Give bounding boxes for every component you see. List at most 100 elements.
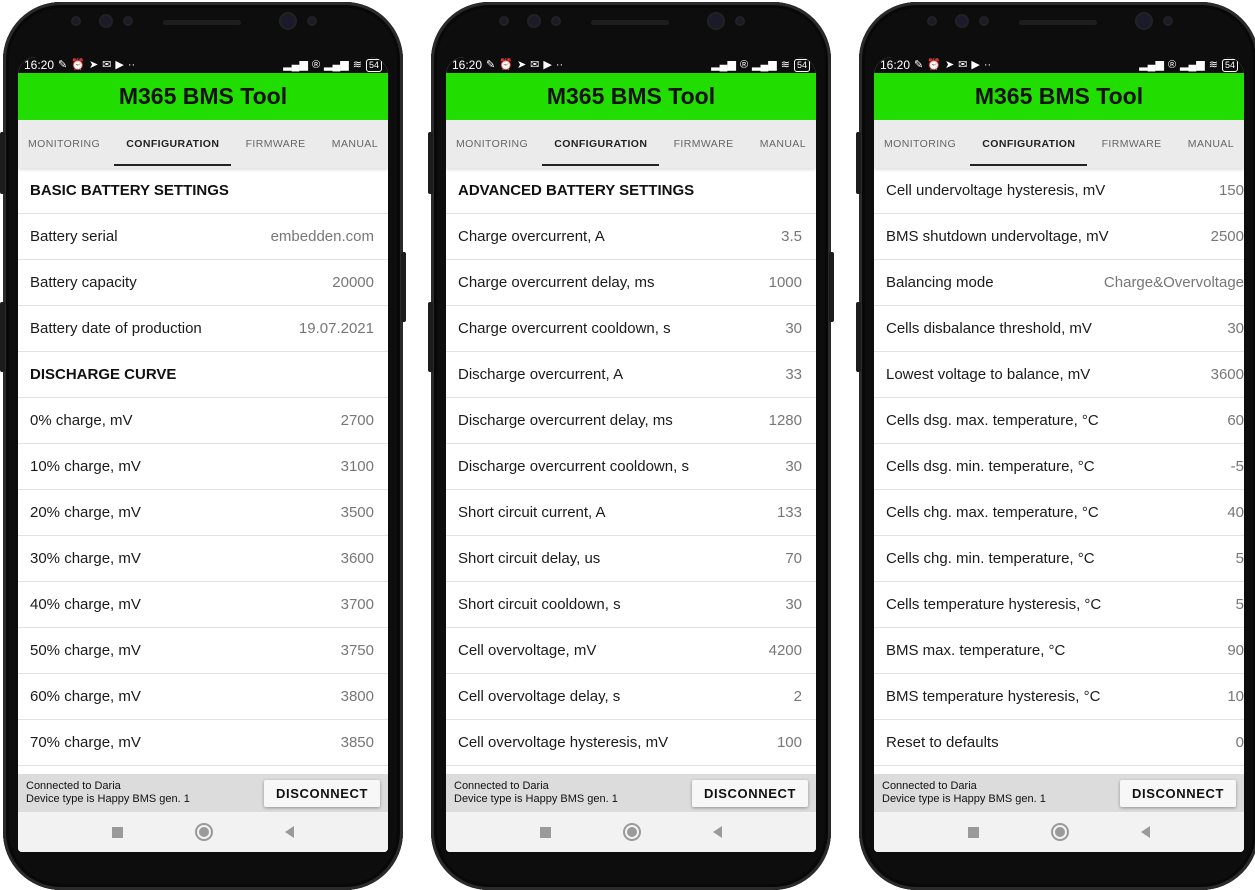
tab-bar: MONITORING CONFIGURATION FIRMWARE MANUAL — [18, 120, 388, 168]
setting-row[interactable]: Cell undervoltage hysteresis, mV 150 — [874, 168, 1244, 214]
setting-row[interactable]: 30% charge, mV 3600 — [18, 536, 388, 582]
setting-row[interactable]: Battery capacity 20000 — [18, 260, 388, 306]
tab-monitoring[interactable]: MONITORING — [456, 120, 528, 168]
setting-value: 2500 — [1210, 228, 1244, 245]
setting-label: Short circuit current, A — [458, 504, 606, 521]
setting-row[interactable]: Cells chg. min. temperature, °C 5 — [874, 536, 1244, 582]
setting-row[interactable]: 10% charge, mV 3100 — [18, 444, 388, 490]
setting-row[interactable]: BMS shutdown undervoltage, mV 2500 — [874, 214, 1244, 260]
setting-row[interactable]: Discharge overcurrent, A 33 — [446, 352, 816, 398]
setting-value: 30 — [785, 458, 802, 475]
setting-row[interactable]: 60% charge, mV 3800 — [18, 674, 388, 720]
setting-row[interactable]: 20% charge, mV 3500 — [18, 490, 388, 536]
settings-list[interactable]: ADVANCED BATTERY SETTINGS Charge overcurr… — [446, 168, 816, 774]
setting-row[interactable]: BMS temperature hysteresis, °C 10 — [874, 674, 1244, 720]
setting-row[interactable]: Discharge overcurrent delay, ms 1280 — [446, 398, 816, 444]
app-title: M365 BMS Tool — [874, 73, 1244, 120]
tab-manual[interactable]: MANUAL — [332, 120, 378, 168]
setting-row[interactable]: Short circuit cooldown, s 30 — [446, 582, 816, 628]
setting-row[interactable]: Cells temperature hysteresis, °C 5 — [874, 582, 1244, 628]
setting-value: Charge&Overvoltage — [1103, 274, 1244, 291]
setting-row[interactable]: Reset to defaults 0 — [874, 720, 1244, 766]
setting-row[interactable]: 0% charge, mV 2700 — [18, 398, 388, 444]
setting-row[interactable]: Charge overcurrent cooldown, s 30 — [446, 306, 816, 352]
connection-bar: Connected to Daria Device type is Happy … — [18, 774, 388, 812]
alarm-icon: ⏰ — [71, 58, 85, 71]
setting-row[interactable]: Balancing mode Charge&Overvoltage — [874, 260, 1244, 306]
setting-label: Battery serial — [30, 228, 118, 245]
setting-value: 3750 — [340, 642, 374, 659]
setting-row[interactable]: Cells dsg. max. temperature, °C 60 — [874, 398, 1244, 444]
volume-button — [0, 132, 5, 194]
setting-label: BMS temperature hysteresis, °C — [886, 688, 1101, 705]
setting-row[interactable]: Short circuit current, A 133 — [446, 490, 816, 536]
disconnect-button[interactable]: DISCONNECT — [1120, 779, 1236, 807]
front-sensors — [859, 2, 1255, 60]
youtube-icon: ▶ — [971, 58, 980, 71]
setting-row[interactable]: Lowest voltage to balance, mV 3600 — [874, 352, 1244, 398]
setting-value: 5 — [1235, 596, 1244, 613]
more-notifications-icon: ·· — [555, 58, 564, 71]
setting-row[interactable]: Cell overvoltage, mV 4200 — [446, 628, 816, 674]
setting-row[interactable]: Short circuit delay, us 70 — [446, 536, 816, 582]
disconnect-button[interactable]: DISCONNECT — [264, 779, 380, 807]
setting-row[interactable]: Cell overvoltage hysteresis, mV 100 — [446, 720, 816, 766]
settings-list[interactable]: BASIC BATTERY SETTINGS Battery serial embe… — [18, 168, 388, 774]
setting-row[interactable]: Battery serial embedden.com — [18, 214, 388, 260]
home-icon[interactable] — [195, 823, 213, 841]
setting-row[interactable]: 40% charge, mV 3700 — [18, 582, 388, 628]
back-icon[interactable] — [285, 826, 294, 838]
tab-configuration[interactable]: CONFIGURATION — [542, 120, 660, 168]
setting-row[interactable]: Cells dsg. min. temperature, °C -5 — [874, 444, 1244, 490]
app-screen: 16:20 ✎ ⏰ ➤ ✉ ▶ ·· ▂▄▆ ® ▂▄▆ ≋ 54 M365 B… — [874, 57, 1244, 852]
setting-row[interactable]: BMS max. temperature, °C 90 — [874, 628, 1244, 674]
tab-monitoring[interactable]: MONITORING — [884, 120, 956, 168]
setting-row[interactable]: Cell overvoltage delay, s 2 — [446, 674, 816, 720]
settings-list[interactable]: Cell undervoltage hysteresis, mV 150 BMS s… — [874, 168, 1244, 774]
recents-icon[interactable] — [112, 826, 123, 838]
tab-manual[interactable]: MANUAL — [760, 120, 806, 168]
setting-label: 60% charge, mV — [30, 688, 141, 705]
setting-row[interactable]: Charge overcurrent delay, ms 1000 — [446, 260, 816, 306]
tab-firmware[interactable]: FIRMWARE — [674, 120, 734, 168]
setting-value: 3700 — [340, 596, 374, 613]
setting-row[interactable]: Battery date of production 19.07.2021 — [18, 306, 388, 352]
setting-row[interactable]: Cells chg. max. temperature, °C 40 — [874, 490, 1244, 536]
tab-configuration[interactable]: CONFIGURATION — [970, 120, 1088, 168]
lte-signal-icon: ▂▄▆ — [711, 58, 736, 71]
setting-value: 60 — [1227, 412, 1244, 429]
setting-value: 33 — [785, 366, 802, 383]
setting-label: Cells dsg. max. temperature, °C — [886, 412, 1099, 429]
android-nav-bar — [874, 812, 1244, 852]
home-icon[interactable] — [1051, 823, 1069, 841]
back-icon[interactable] — [713, 826, 722, 838]
recents-icon[interactable] — [540, 826, 551, 838]
tab-monitoring[interactable]: MONITORING — [28, 120, 100, 168]
mail-icon: ✉ — [102, 58, 112, 71]
wifi-icon: ≋ — [352, 58, 362, 71]
setting-value: 20000 — [332, 274, 374, 291]
setting-row[interactable]: Charge overcurrent, A 3.5 — [446, 214, 816, 260]
setting-row[interactable]: Cells disbalance threshold, mV 30 — [874, 306, 1244, 352]
setting-label: Cells temperature hysteresis, °C — [886, 596, 1102, 613]
setting-label: 50% charge, mV — [30, 642, 141, 659]
setting-row[interactable]: Discharge overcurrent cooldown, s 30 — [446, 444, 816, 490]
home-icon[interactable] — [623, 823, 641, 841]
back-icon[interactable] — [1141, 826, 1150, 838]
setting-label: Charge overcurrent cooldown, s — [458, 320, 671, 337]
setting-row[interactable]: 70% charge, mV 3850 — [18, 720, 388, 766]
tab-firmware[interactable]: FIRMWARE — [246, 120, 306, 168]
setting-label: Cell overvoltage hysteresis, mV — [458, 734, 669, 751]
lte-signal-icon: ▂▄▆ — [1139, 58, 1164, 71]
setting-row[interactable]: 50% charge, mV 3750 — [18, 628, 388, 674]
tab-configuration[interactable]: CONFIGURATION — [114, 120, 232, 168]
setting-value: 0 — [1235, 734, 1244, 751]
setting-label: 20% charge, mV — [30, 504, 141, 521]
tab-manual[interactable]: MANUAL — [1188, 120, 1234, 168]
recents-icon[interactable] — [968, 826, 979, 838]
tab-firmware[interactable]: FIRMWARE — [1102, 120, 1162, 168]
disconnect-button[interactable]: DISCONNECT — [692, 779, 808, 807]
app-screen: 16:20 ✎ ⏰ ➤ ✉ ▶ ·· ▂▄▆ ® ▂▄▆ ≋ 54 M365 B… — [18, 57, 388, 852]
setting-label: Charge overcurrent, A — [458, 228, 605, 245]
connected-device-text: Connected to Daria — [454, 780, 549, 792]
